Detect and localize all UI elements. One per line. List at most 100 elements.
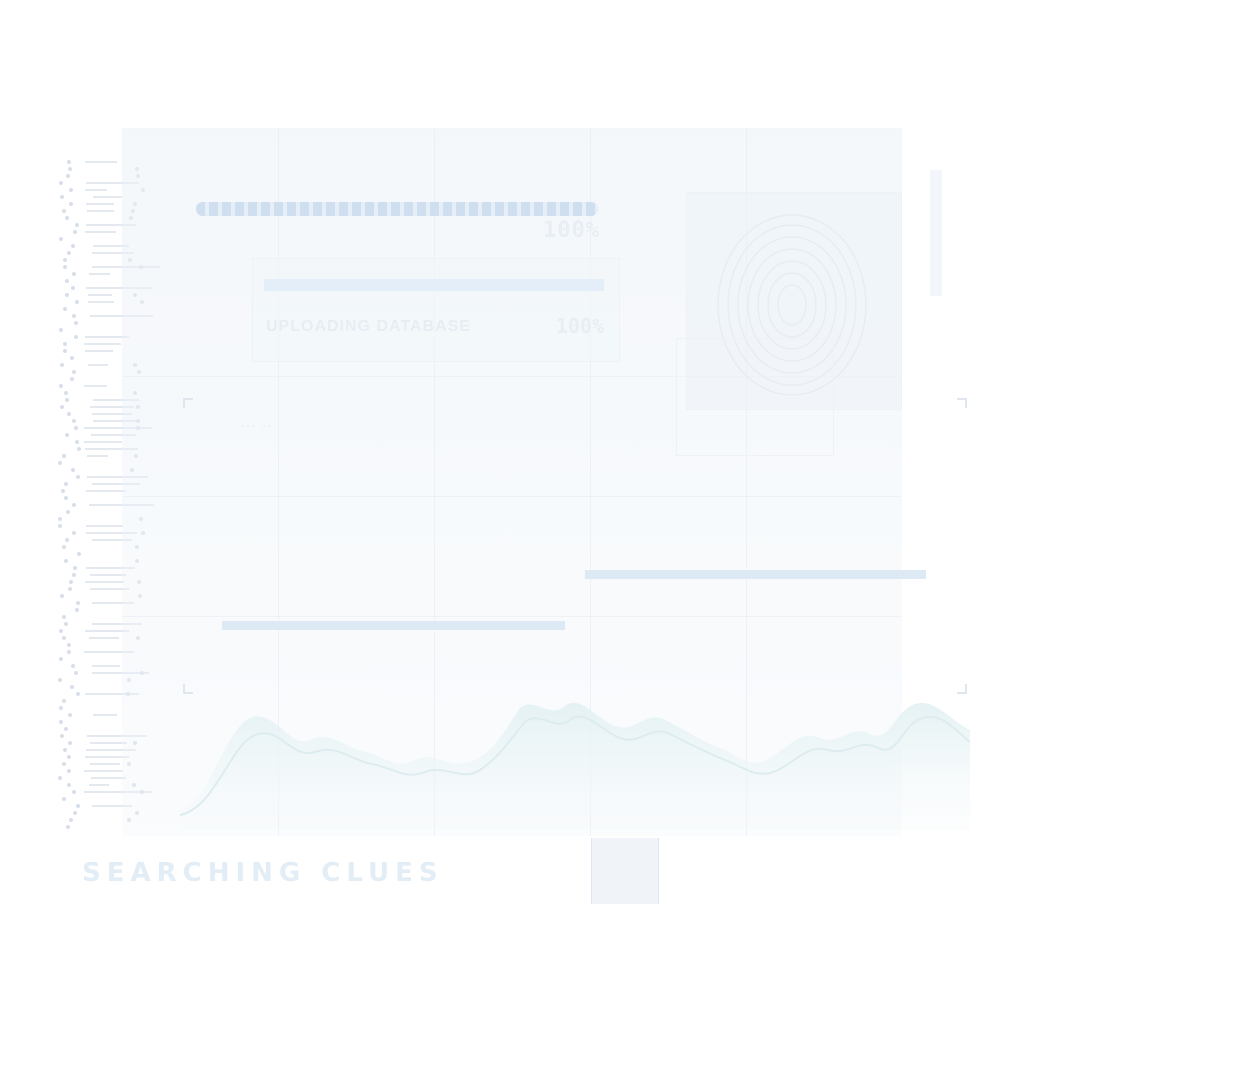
column-dot	[70, 685, 74, 689]
column-dash	[91, 777, 126, 779]
column-dot	[62, 454, 66, 458]
column-dot	[58, 517, 62, 521]
column-dot	[62, 636, 66, 640]
column-dash	[85, 189, 107, 191]
column-dot	[63, 265, 67, 269]
column-dot	[65, 398, 69, 402]
column-dot	[63, 342, 67, 346]
upload-label: UPLOADING DATABASE	[266, 318, 471, 335]
column-dash	[84, 385, 107, 387]
column-dot	[67, 412, 71, 416]
analysis-label: ... ..	[240, 414, 273, 431]
column-dot	[75, 223, 79, 227]
column-dot	[67, 160, 71, 164]
column-dot	[71, 286, 75, 290]
column-dot	[65, 216, 69, 220]
top-progress-bar	[196, 202, 598, 216]
column-dot	[68, 167, 72, 171]
column-dash	[85, 231, 116, 233]
scan-bar-left	[222, 621, 565, 630]
column-dot	[70, 356, 74, 360]
column-dot	[75, 608, 79, 612]
top-progress-fill	[196, 202, 598, 216]
stage: 100% UPLOADING DATABASE 100% ... .. SEAR…	[0, 0, 1250, 1080]
column-dot	[69, 818, 73, 822]
column-dash	[85, 161, 117, 163]
column-dot	[72, 314, 76, 318]
column-dot	[76, 804, 80, 808]
column-dot	[67, 755, 71, 759]
column-dot	[59, 237, 63, 241]
column-dot	[71, 468, 75, 472]
top-progress-percent: 100%	[543, 218, 600, 243]
fingerprint-detail-frame	[676, 338, 834, 456]
column-dot	[73, 230, 77, 234]
column-dot	[76, 475, 80, 479]
column-dot	[67, 643, 71, 647]
column-dot	[69, 188, 73, 192]
column-dash	[85, 581, 124, 583]
column-dot	[62, 762, 66, 766]
column-dot	[62, 699, 66, 703]
bracket-corner	[183, 398, 193, 408]
column-dot	[59, 720, 63, 724]
scan-bar-right	[585, 570, 926, 579]
column-dash	[88, 294, 112, 296]
column-dot	[63, 258, 67, 262]
column-dash	[89, 273, 110, 275]
column-dot	[76, 601, 80, 605]
column-dash	[85, 350, 113, 352]
grid-line	[122, 616, 902, 617]
column-dot	[74, 321, 78, 325]
column-dot	[77, 552, 81, 556]
column-dot	[58, 776, 62, 780]
column-dot	[65, 293, 69, 297]
column-dot	[59, 706, 63, 710]
column-dash	[92, 665, 120, 667]
column-dot	[60, 195, 64, 199]
column-dot	[58, 461, 62, 465]
column-dash	[86, 490, 126, 492]
upload-progress-bar	[264, 279, 604, 291]
bracket-corner	[957, 398, 967, 408]
column-dot	[64, 727, 68, 731]
column-dot	[60, 363, 64, 367]
column-dot	[70, 377, 74, 381]
column-dot	[65, 538, 69, 542]
column-dash	[84, 770, 123, 772]
column-dot	[63, 307, 67, 311]
column-dot	[71, 244, 75, 248]
column-dot	[69, 580, 73, 584]
column-dot	[60, 405, 64, 409]
column-dot	[72, 272, 76, 276]
waveform-area	[180, 702, 970, 830]
column-dash	[84, 441, 122, 443]
column-dash	[89, 784, 109, 786]
scan-marker	[592, 838, 658, 904]
column-dot	[58, 678, 62, 682]
status-text: SEARCHING CLUES	[82, 858, 444, 888]
column-dash	[88, 301, 114, 303]
waveform	[180, 702, 970, 830]
column-dot	[62, 615, 66, 619]
column-dot	[74, 426, 78, 430]
column-dot	[64, 622, 68, 626]
column-dash	[87, 210, 114, 212]
column-dot	[67, 783, 71, 787]
column-dot	[59, 384, 63, 388]
column-dot	[58, 524, 62, 528]
column-dot	[74, 671, 78, 675]
column-dot	[61, 489, 65, 493]
column-dot	[67, 769, 71, 773]
column-dot	[72, 790, 76, 794]
column-dot	[59, 181, 63, 185]
column-dot	[77, 447, 81, 451]
column-dot	[60, 734, 64, 738]
column-dot	[75, 300, 79, 304]
column-dot	[72, 573, 76, 577]
column-dot	[69, 202, 73, 206]
column-dot	[59, 657, 63, 661]
column-dash	[89, 637, 119, 639]
column-dot	[64, 391, 68, 395]
column-dot	[65, 279, 69, 283]
